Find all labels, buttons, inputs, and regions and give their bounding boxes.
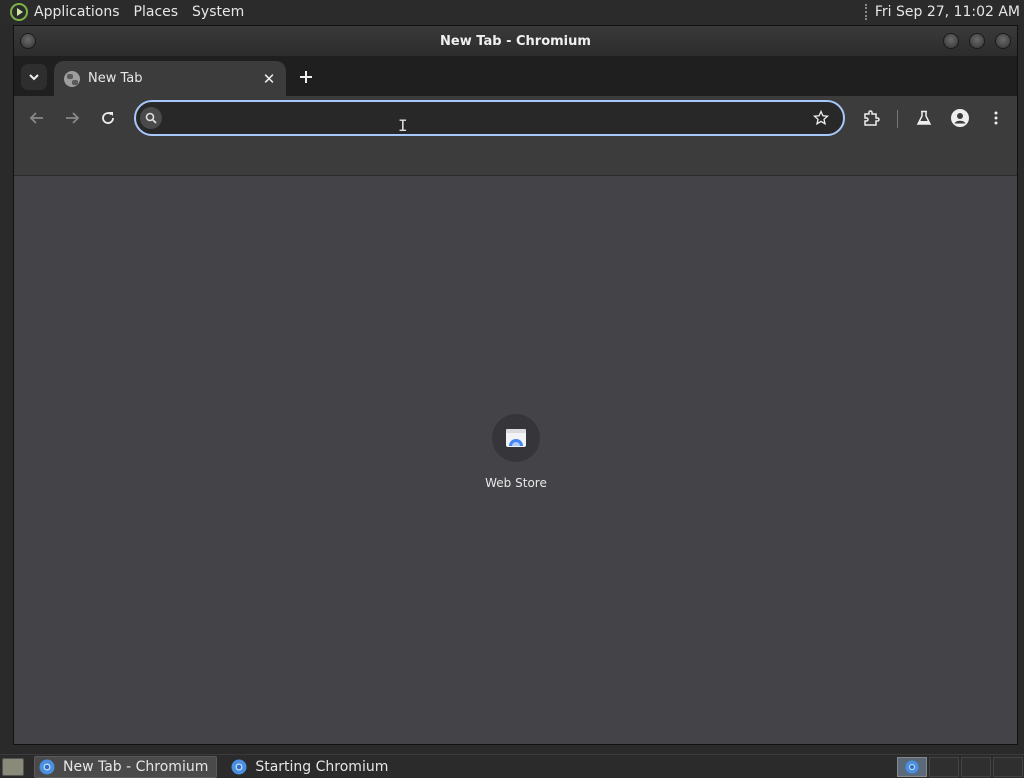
tab-search-button[interactable] — [21, 64, 47, 90]
chromium-icon — [231, 759, 247, 774]
extensions-button[interactable] — [858, 105, 884, 131]
minimize-button[interactable] — [943, 33, 959, 49]
clock[interactable]: Fri Sep 27, 11:02 AM — [875, 4, 1020, 20]
search-icon — [140, 107, 162, 129]
panel-separator — [864, 4, 867, 20]
workspace-1[interactable] — [897, 757, 927, 777]
menu-places[interactable]: Places — [134, 4, 179, 20]
window-titlebar[interactable]: New Tab - Chromium — [14, 26, 1017, 56]
labs-button[interactable] — [911, 105, 937, 131]
workspace-3[interactable] — [961, 757, 991, 777]
chromium-icon — [39, 759, 55, 774]
toolbar-divider — [897, 110, 898, 128]
toolbar — [14, 96, 1017, 140]
plus-icon — [300, 71, 312, 83]
web-store-icon — [492, 414, 540, 462]
flask-icon — [916, 110, 932, 125]
address-input[interactable] — [162, 104, 809, 132]
task-label: New Tab - Chromium — [63, 758, 209, 775]
avatar-icon — [951, 109, 969, 127]
window-title: New Tab - Chromium — [440, 33, 591, 49]
task-label: Starting Chromium — [255, 758, 389, 775]
tab-strip: New Tab ✕ — [14, 56, 1017, 96]
tab-title: New Tab — [88, 71, 143, 86]
taskbar: New Tab - Chromium Starting Chromium — [0, 754, 1024, 778]
workspace-2[interactable] — [929, 757, 959, 777]
puzzle-icon — [864, 110, 880, 126]
omnibox[interactable] — [134, 100, 845, 136]
menu-applications[interactable]: Applications — [34, 4, 120, 20]
profile-button[interactable] — [947, 105, 973, 131]
reload-icon — [102, 112, 114, 124]
browser-window: New Tab - Chromium New Tab ✕ Web Store — [13, 25, 1018, 745]
show-desktop-icon[interactable] — [2, 757, 24, 776]
arrow-left-icon — [29, 112, 43, 124]
new-tab-button[interactable] — [295, 66, 317, 88]
bookmark-star-icon[interactable] — [809, 106, 833, 130]
text-cursor-icon: I — [398, 116, 408, 135]
tab-new-tab[interactable]: New Tab ✕ — [54, 61, 286, 96]
shortcut-label: Web Store — [485, 476, 547, 490]
window-menu-button[interactable] — [20, 33, 36, 49]
shortcut-web-store[interactable]: Web Store — [476, 414, 556, 490]
close-tab-icon[interactable]: ✕ — [260, 70, 278, 88]
chevron-down-icon — [29, 74, 39, 81]
reload-button[interactable] — [95, 105, 121, 131]
workspace-4[interactable] — [993, 757, 1023, 777]
kebab-menu-icon — [994, 111, 998, 125]
close-window-button[interactable] — [995, 33, 1011, 49]
top-panel: Applications Places System Fri Sep 27, 1… — [0, 0, 1024, 24]
globe-icon — [64, 70, 80, 87]
task-new-tab-chromium[interactable]: New Tab - Chromium — [34, 755, 218, 778]
forward-button[interactable] — [59, 105, 85, 131]
back-button[interactable] — [24, 105, 50, 131]
mate-logo-icon[interactable] — [10, 3, 28, 21]
chromium-icon — [905, 760, 919, 774]
bookmarks-bar — [14, 140, 1017, 176]
task-starting-chromium[interactable]: Starting Chromium — [227, 756, 396, 778]
new-tab-page: Web Store — [14, 176, 1017, 744]
menu-system[interactable]: System — [192, 4, 244, 20]
maximize-button[interactable] — [969, 33, 985, 49]
menu-button[interactable] — [983, 105, 1009, 131]
arrow-right-icon — [66, 112, 80, 124]
